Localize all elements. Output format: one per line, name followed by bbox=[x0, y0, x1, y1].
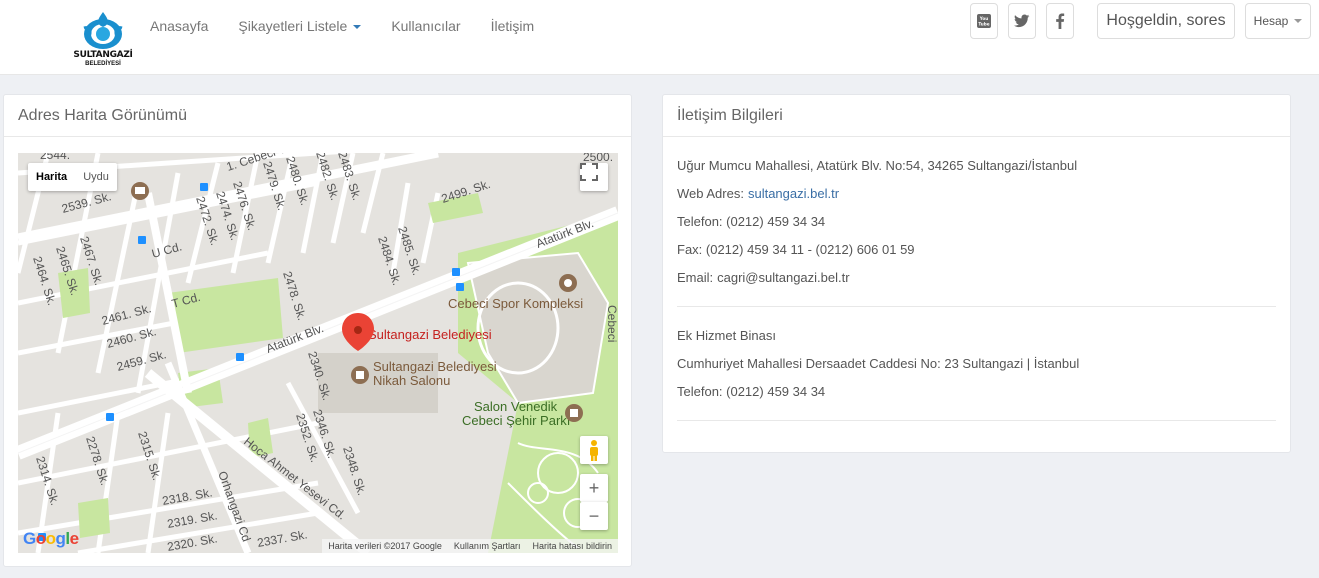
sultangazi-logo[interactable]: SULTANGAZİ BELEDİYESİ bbox=[70, 10, 136, 72]
label-park-1: Salon Venedik bbox=[474, 399, 558, 414]
phone-line: Telefon: (0212) 459 34 34 bbox=[677, 213, 826, 229]
zoom-in-button[interactable]: + bbox=[580, 474, 608, 502]
map-type-control: Harita Uydu bbox=[28, 163, 117, 191]
nav-anasayfa-label: Anasayfa bbox=[150, 18, 209, 34]
report-error-link[interactable]: Harita hatası bildirin bbox=[526, 541, 618, 551]
label-park-2: Cebeci Şehir Parkı bbox=[462, 413, 570, 428]
google-map[interactable]: Atatürk Blv. Atatürk Blv. Hoca Ahmet Yes… bbox=[18, 153, 618, 553]
caret-down-icon bbox=[1294, 19, 1303, 23]
street-view-pegman[interactable] bbox=[580, 436, 608, 464]
terms-link[interactable]: Kullanım Şartları bbox=[448, 541, 527, 551]
contact-panel-title: İletişim Bilgileri bbox=[663, 95, 1290, 137]
map-panel-title: Adres Harita Görünümü bbox=[4, 95, 631, 137]
label-spor: Cebeci Spor Kompleksi bbox=[448, 296, 583, 311]
pegman-icon bbox=[590, 440, 598, 461]
nav-iletisim-label: İletişim bbox=[490, 18, 535, 34]
divider-bottom bbox=[677, 420, 1276, 421]
email-line: Email: cagri@sultangazi.bel.tr bbox=[677, 263, 1276, 291]
twitter-button[interactable] bbox=[1008, 3, 1036, 39]
logo-subtitle: BELEDİYESİ bbox=[85, 61, 121, 67]
twitter-icon bbox=[1014, 14, 1030, 28]
svg-text:Tube: Tube bbox=[978, 22, 989, 27]
map-attribution: Harita verileri ©2017 Google Kullanım Şa… bbox=[322, 539, 618, 553]
youtube-icon: You Tube bbox=[977, 14, 991, 28]
label-cebeci-side: Cebeci bbox=[605, 305, 618, 342]
label-nikah-1: Sultangazi Belediyesi bbox=[373, 359, 497, 374]
address-line: Uğur Mumcu Mahallesi, Atatürk Blv. No:54… bbox=[677, 157, 1078, 173]
map-type-harita[interactable]: Harita bbox=[28, 163, 75, 191]
map-type-uydu[interactable]: Uydu bbox=[75, 163, 117, 191]
fullscreen-button[interactable] bbox=[580, 163, 608, 191]
web-label: Web Adres: bbox=[677, 185, 744, 201]
chevron-down-icon bbox=[353, 25, 362, 30]
svg-text:You: You bbox=[979, 16, 989, 21]
nav-sikayetleri-label: Şikayetleri Listele bbox=[238, 18, 348, 34]
main-nav: Anasayfa Şikayetleri Listele Kullanıcıla… bbox=[135, 0, 549, 52]
youtube-button[interactable]: You Tube bbox=[970, 3, 998, 39]
logo-emblem-icon bbox=[83, 12, 123, 49]
nav-kullanicilar-label: Kullanıcılar bbox=[391, 18, 461, 34]
web-link[interactable]: sultangazi.bel.tr bbox=[748, 186, 839, 201]
label-pin: Sultangazi Belediyesi bbox=[368, 327, 492, 342]
nav-anasayfa[interactable]: Anasayfa bbox=[135, 18, 223, 34]
nav-iletisim[interactable]: İletişim bbox=[476, 18, 550, 34]
facebook-button[interactable] bbox=[1046, 3, 1074, 39]
nav-kullanicilar[interactable]: Kullanıcılar bbox=[376, 18, 475, 34]
zoom-out-button[interactable]: − bbox=[580, 502, 608, 530]
nav-sikayetleri-listele[interactable]: Şikayetleri Listele bbox=[223, 18, 376, 34]
logo-title: SULTANGAZİ bbox=[73, 50, 133, 60]
contact-body: Uğur Mumcu Mahallesi, Atatürk Blv. No:54… bbox=[663, 137, 1290, 421]
account-dropdown[interactable]: Hesap bbox=[1245, 3, 1311, 39]
contact-panel: İletişim Bilgileri Uğur Mumcu Mahallesi,… bbox=[662, 94, 1291, 453]
annex-address: Cumhuriyet Mahallesi Dersaadet Caddesi N… bbox=[677, 355, 1080, 371]
account-label: Hesap bbox=[1253, 14, 1289, 28]
annex-title: Ek Hizmet Binası bbox=[677, 327, 776, 343]
email-label: Email: bbox=[677, 269, 714, 285]
email-value: cagri@sultangazi.bel.tr bbox=[717, 269, 850, 285]
map-panel: Adres Harita Görünümü Atatürk Blv. Atatü… bbox=[3, 94, 632, 567]
top-navbar: SULTANGAZİ BELEDİYESİ Anasayfa Şikayetle… bbox=[0, 0, 1319, 75]
map-canvas[interactable]: Atatürk Blv. Atatürk Blv. Hoca Ahmet Yes… bbox=[18, 153, 618, 553]
map-data-credit: Harita verileri ©2017 Google bbox=[328, 541, 442, 551]
label-2544: 2544. bbox=[40, 153, 70, 162]
fullscreen-icon bbox=[580, 163, 598, 181]
annex-phone: Telefon: (0212) 459 34 34 bbox=[677, 383, 826, 399]
google-logo[interactable]: Google bbox=[23, 529, 79, 549]
label-nikah-2: Nikah Salonu bbox=[373, 373, 450, 388]
divider bbox=[677, 306, 1276, 307]
facebook-icon bbox=[1056, 13, 1065, 29]
fax-line: Fax: (0212) 459 34 11 - (0212) 606 01 59 bbox=[677, 241, 915, 257]
web-line: Web Adres: sultangazi.bel.tr bbox=[677, 179, 1276, 207]
welcome-button[interactable]: Hoşgeldin, sores bbox=[1097, 3, 1235, 39]
